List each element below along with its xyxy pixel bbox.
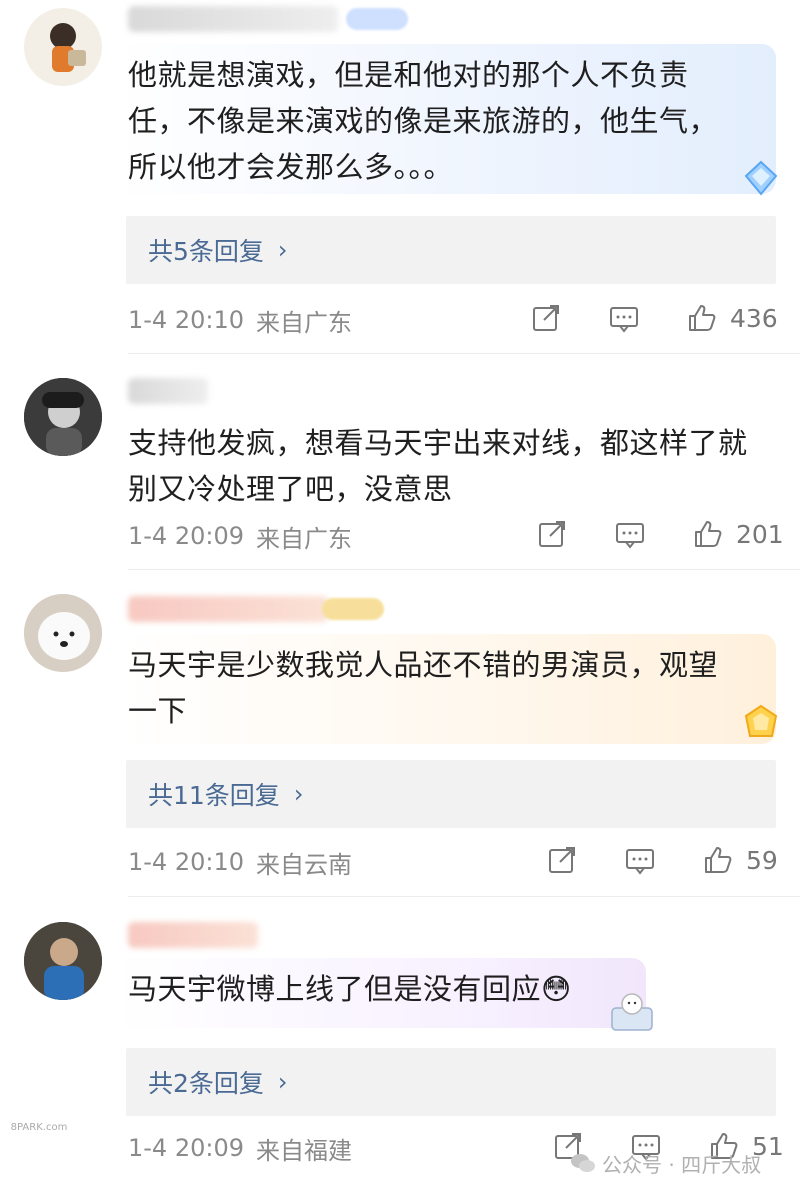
account-watermark-text: 公众号 · 四斤大叔 [602, 1152, 762, 1177]
chevron-right-icon: › [293, 780, 304, 808]
diamond-badge-icon [740, 158, 782, 200]
username[interactable] [128, 6, 338, 32]
site-watermark-text: 8PARK.com [10, 1122, 68, 1133]
comment-text: 马天宇是少数我觉人品还不错的男演员，观望 一下 [128, 648, 719, 728]
like-icon[interactable] [686, 302, 718, 334]
timestamp: 1-4 20:09 [128, 1134, 244, 1162]
username[interactable] [128, 922, 258, 948]
comment-icon[interactable] [608, 302, 640, 334]
divider [128, 896, 800, 897]
location: 来自广东 [256, 308, 352, 337]
level-badge [322, 598, 384, 620]
action-bar: 59 [546, 844, 778, 876]
comment-bubble: 他就是想演戏，但是和他对的那个人不负责 任，不像是来演戏的像是来旅游的，他生气，… [116, 44, 776, 194]
location: 来自广东 [256, 524, 352, 553]
share-icon[interactable] [546, 844, 578, 876]
action-bar: 436 [530, 302, 778, 334]
username[interactable] [128, 378, 208, 404]
comment-item: 马天宇是少数我觉人品还不错的男演员，观望 一下 共11条回复 › 1-4 20:… [0, 572, 800, 898]
cat-sticker-icon [604, 990, 660, 1034]
replies-label: 共11条回复 [148, 781, 280, 810]
username[interactable] [128, 596, 328, 622]
comment-item: 支持他发疯，想看马天宇出来对线，都这样了就 别又冷处理了吧，没意思 1-4 20… [0, 356, 800, 571]
like-count: 59 [746, 845, 778, 875]
like-icon[interactable] [692, 518, 724, 550]
comment-text: 支持他发疯，想看马天宇出来对线，都这样了就 别又冷处理了吧，没意思 [128, 426, 748, 506]
comment-bubble: 马天宇是少数我觉人品还不错的男演员，观望 一下 [116, 634, 776, 744]
level-badge [346, 8, 408, 30]
location: 来自云南 [256, 850, 352, 879]
account-watermark: 公众号 · 四斤大叔 [570, 1146, 761, 1180]
view-replies-button[interactable]: 共11条回复 › [126, 760, 776, 828]
gold-badge-icon [740, 702, 782, 744]
share-icon[interactable] [536, 518, 568, 550]
comment-bubble: 马天宇微博上线了但是没有回应😳 [116, 958, 646, 1028]
comment-item: 他就是想演戏，但是和他对的那个人不负责 任，不像是来演戏的像是来旅游的，他生气，… [0, 0, 800, 355]
replies-label: 共5条回复 [148, 237, 264, 266]
avatar[interactable] [24, 378, 102, 456]
avatar[interactable] [24, 922, 102, 1000]
timestamp: 1-4 20:10 [128, 306, 244, 334]
chevron-right-icon: › [277, 1068, 288, 1096]
like-icon[interactable] [702, 844, 734, 876]
comment-icon[interactable] [624, 844, 656, 876]
site-watermark: 8PARK.com [6, 1122, 72, 1146]
action-bar: 201 [536, 518, 784, 550]
like-count: 201 [736, 519, 784, 549]
comment-text: 他就是想演戏，但是和他对的那个人不负责 任，不像是来演戏的像是来旅游的，他生气，… [128, 58, 719, 184]
divider [128, 569, 800, 570]
timestamp: 1-4 20:10 [128, 848, 244, 876]
comment-text: 马天宇微博上线了但是没有回应😳 [128, 972, 572, 1006]
divider [128, 353, 800, 354]
comment-icon[interactable] [614, 518, 646, 550]
view-replies-button[interactable]: 共2条回复 › [126, 1048, 776, 1116]
avatar[interactable] [24, 8, 102, 86]
chevron-right-icon: › [277, 236, 288, 264]
view-replies-button[interactable]: 共5条回复 › [126, 216, 776, 284]
wechat-icon [571, 1154, 595, 1172]
avatar[interactable] [24, 594, 102, 672]
timestamp: 1-4 20:09 [128, 522, 244, 550]
location: 来自福建 [256, 1136, 352, 1165]
comment-bubble: 支持他发疯，想看马天宇出来对线，都这样了就 别又冷处理了吧，没意思 [116, 412, 776, 512]
replies-label: 共2条回复 [148, 1069, 264, 1098]
like-count: 436 [730, 303, 778, 333]
share-icon[interactable] [530, 302, 562, 334]
